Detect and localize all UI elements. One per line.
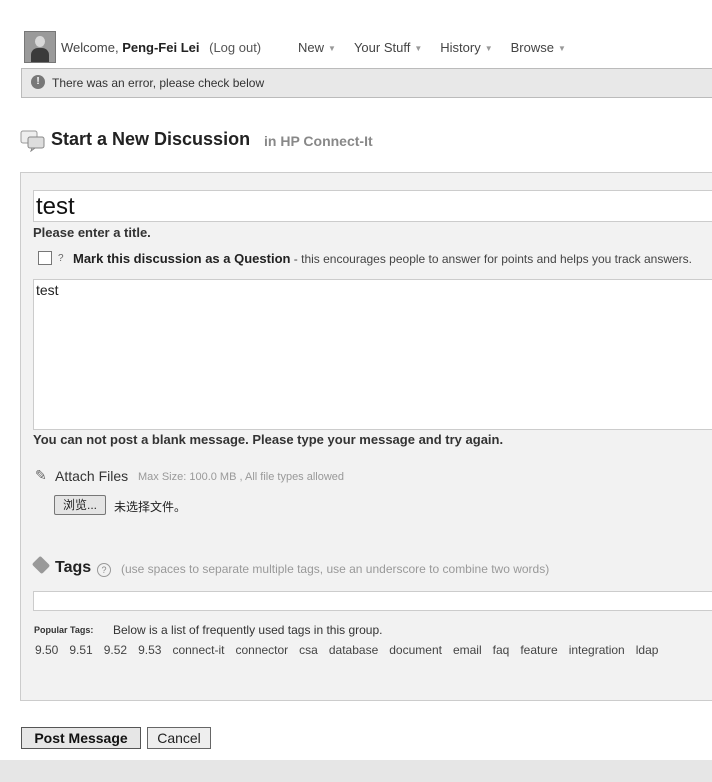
welcome-prefix: Welcome, <box>61 40 119 55</box>
popular-tag[interactable]: csa <box>299 643 318 657</box>
tags-hint: (use spaces to separate multiple tags, u… <box>121 562 550 576</box>
attach-size-note: Max Size: 100.0 MB , All file types allo… <box>138 471 345 483</box>
tags-input[interactable] <box>33 591 712 611</box>
welcome-text: Welcome, Peng-Fei Lei (Log out) <box>61 40 261 55</box>
popular-tag[interactable]: database <box>329 643 378 657</box>
nav-new[interactable]: New ▼ <box>298 40 336 55</box>
nav-history-label: History <box>440 40 481 55</box>
discussion-bubbles-icon <box>20 130 45 152</box>
popular-tag[interactable]: document <box>389 643 442 657</box>
nav-browse[interactable]: Browse ▼ <box>511 40 566 55</box>
avatar[interactable] <box>24 31 56 63</box>
question-description: - this encourages people to answer for p… <box>290 252 693 266</box>
page-title: Start a New Discussion <box>51 129 251 149</box>
title-input[interactable]: test <box>33 190 712 222</box>
message-textarea[interactable]: test <box>33 279 712 430</box>
popular-tag[interactable]: connector <box>235 643 288 657</box>
popular-tag[interactable]: integration <box>569 643 625 657</box>
footer-bar <box>0 760 712 782</box>
nav-history[interactable]: History ▼ <box>440 40 492 55</box>
question-icon: ? <box>58 253 64 264</box>
main-nav: New ▼ Your Stuff ▼ History ▼ Browse ▼ <box>298 40 584 55</box>
popular-tags-list: 9.50 9.51 9.52 9.53 connect-it connector… <box>35 643 669 657</box>
popular-tag[interactable]: ldap <box>636 643 659 657</box>
popular-tag[interactable]: email <box>453 643 482 657</box>
popular-tag[interactable]: 9.50 <box>35 643 58 657</box>
chevron-down-icon: ▼ <box>557 44 566 53</box>
avatar-body <box>31 48 49 62</box>
chevron-down-icon: ▼ <box>328 44 336 53</box>
no-file-chosen-text: 未选择文件。 <box>114 500 187 514</box>
popular-tag[interactable]: 9.53 <box>138 643 161 657</box>
popular-tag[interactable]: faq <box>493 643 510 657</box>
popular-tag[interactable]: 9.52 <box>104 643 127 657</box>
popular-tag[interactable]: connect-it <box>172 643 224 657</box>
tags-label: Tags <box>55 559 92 576</box>
post-message-button[interactable]: Post Message <box>21 727 141 749</box>
paperclip-icon: ✎ <box>35 467 47 483</box>
error-message: There was an error, please check below <box>52 76 265 90</box>
tag-icon <box>31 555 51 575</box>
popular-tag[interactable]: 9.51 <box>69 643 92 657</box>
logout-link[interactable]: (Log out) <box>209 40 261 55</box>
popular-tags-label: Popular Tags: <box>34 625 94 635</box>
popular-tag[interactable]: feature <box>520 643 557 657</box>
nav-new-label: New <box>298 40 325 55</box>
question-label: Mark this discussion as a Question - thi… <box>73 251 692 266</box>
nav-your-stuff[interactable]: Your Stuff ▼ <box>354 40 422 55</box>
group-name: in HP Connect-It <box>264 133 373 149</box>
question-label-text: Mark this discussion as a Question <box>73 251 291 266</box>
chevron-down-icon: ▼ <box>484 44 493 53</box>
cancel-button[interactable]: Cancel <box>147 727 211 749</box>
message-error: You can not post a blank message. Please… <box>33 432 504 447</box>
user-name-link[interactable]: Peng-Fei Lei <box>122 40 199 55</box>
chevron-down-icon: ▼ <box>414 44 423 53</box>
top-bar: Welcome, Peng-Fei Lei (Log out) New ▼ You… <box>0 0 712 64</box>
error-banner: ! There was an error, please check below <box>21 68 712 98</box>
popular-tags-description: Below is a list of frequently used tags … <box>113 623 383 637</box>
discussion-form: test Please enter a title. ? Mark this d… <box>20 172 712 701</box>
avatar-head <box>35 36 45 47</box>
alert-icon: ! <box>31 75 45 89</box>
question-checkbox[interactable] <box>38 251 52 265</box>
title-error: Please enter a title. <box>33 225 151 240</box>
attach-files-label: Attach Files <box>55 468 129 484</box>
nav-browse-label: Browse <box>510 40 554 55</box>
nav-your-stuff-label: Your Stuff <box>353 40 411 55</box>
browse-button[interactable]: 浏览... <box>54 495 106 515</box>
help-icon[interactable]: ? <box>97 563 111 577</box>
